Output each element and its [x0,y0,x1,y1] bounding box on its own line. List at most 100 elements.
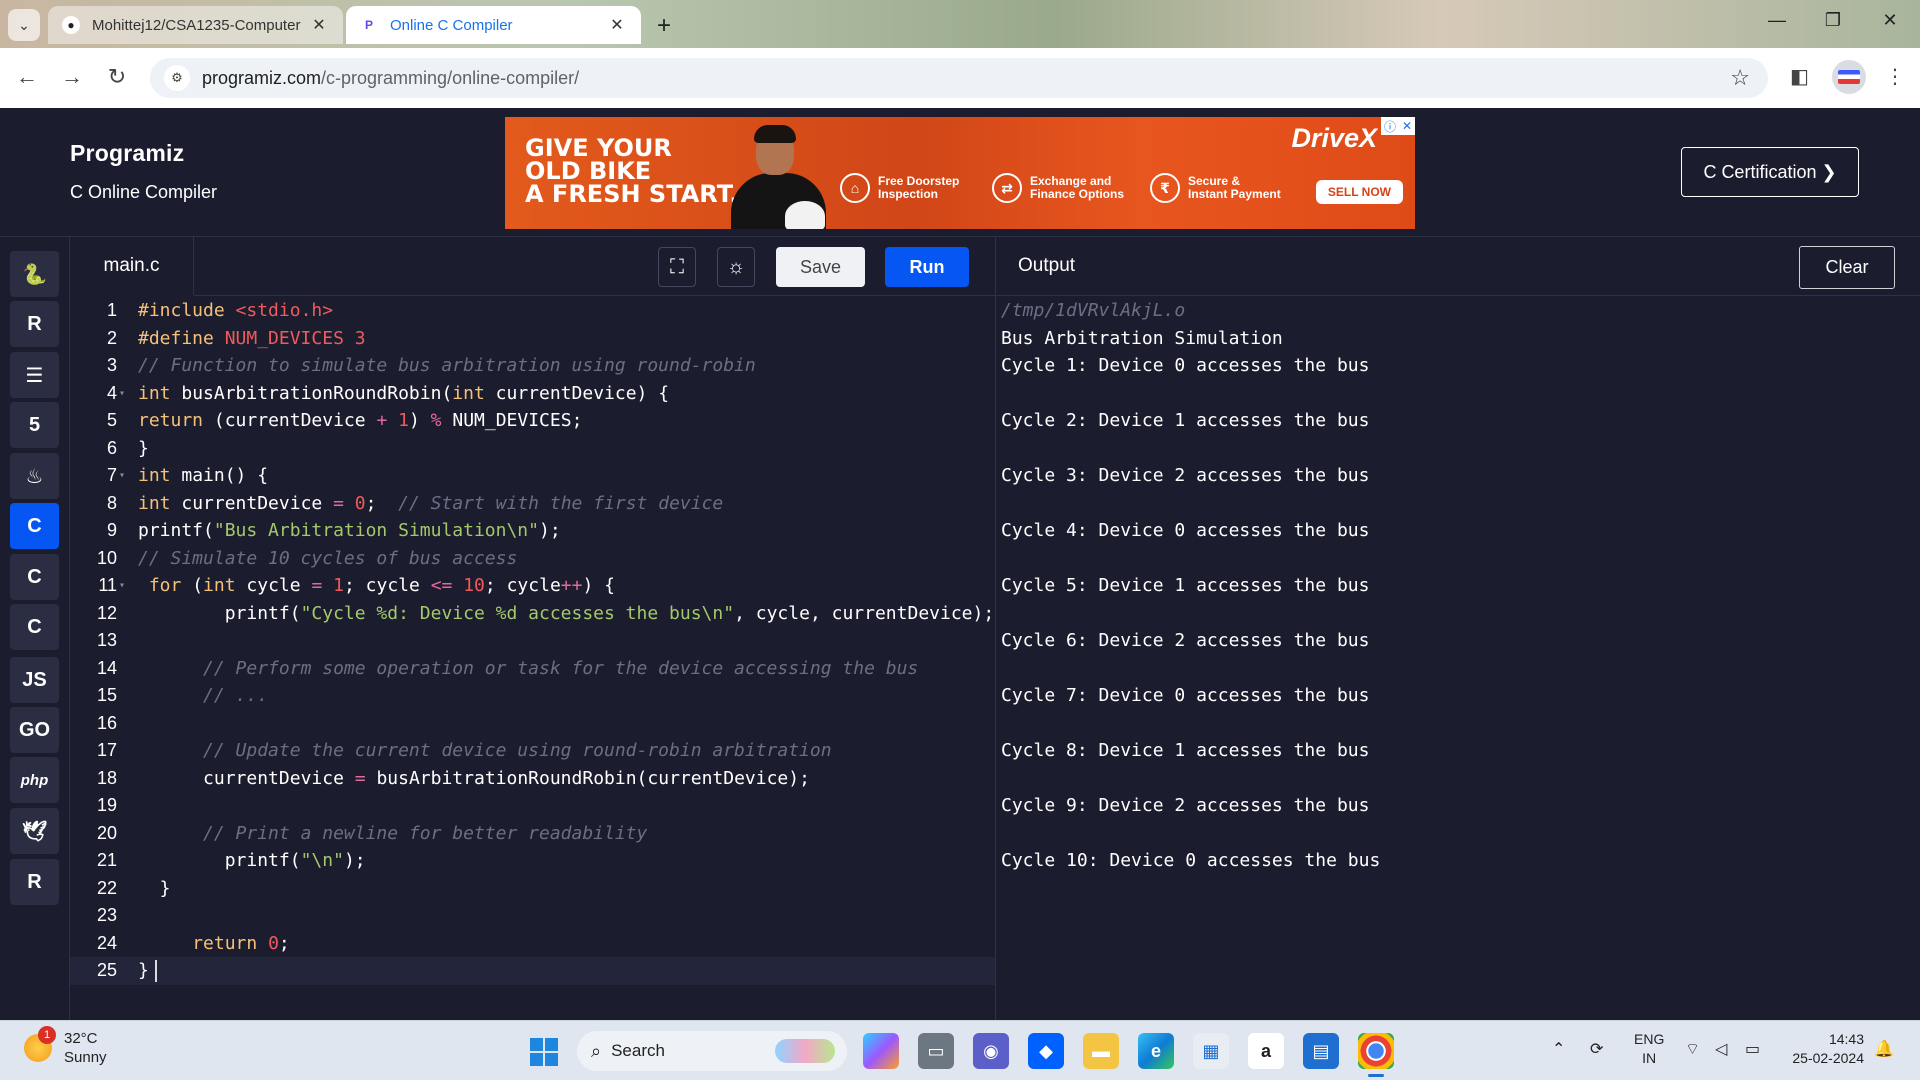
close-tab-icon[interactable]: ✕ [309,15,329,35]
fold-arrow-icon[interactable]: ▾ [119,462,125,490]
fold-arrow-icon[interactable]: ▾ [119,380,125,408]
csharp-icon[interactable]: C [10,604,59,650]
python-icon[interactable]: 🐍 [10,251,59,297]
code-line[interactable]: 11 ▾ for (int cycle = 1; cycle <= 10; cyc… [70,572,995,600]
code-line[interactable]: 7 ▾ int main() { [70,462,995,490]
reload-icon[interactable]: ↻ [102,64,132,90]
profile-avatar[interactable] [1832,60,1866,94]
code-line[interactable]: 15 // ... [70,682,995,710]
html-icon[interactable]: 5 [10,402,59,448]
code-line[interactable]: 14 // Perform some operation or task for… [70,655,995,683]
amazon-icon[interactable]: a [1248,1033,1284,1069]
code-line[interactable]: 25} [70,957,995,985]
code-line[interactable]: 19 [70,792,995,820]
address-bar[interactable]: ⚙ programiz.com/c-programming/online-com… [150,58,1768,98]
code-line[interactable]: 24 return 0; [70,930,995,958]
minimize-icon[interactable]: — [1762,10,1792,31]
theme-toggle-icon[interactable]: ☼ [717,247,755,287]
notification-badge: 1 [38,1026,56,1044]
close-tab-icon[interactable]: ✕ [607,15,627,35]
copilot-icon[interactable] [863,1033,899,1069]
run-button[interactable]: Run [885,247,969,287]
forward-icon[interactable]: → [57,64,87,90]
go-icon[interactable]: GO [10,707,59,753]
php-icon[interactable]: php [10,757,59,803]
window-app-icon[interactable]: ▤ [1303,1033,1339,1069]
code-line[interactable]: 21 printf("\n"); [70,847,995,875]
chrome-icon[interactable] [1358,1033,1394,1077]
task-view-icon[interactable]: ▭ [918,1033,954,1069]
cpp-icon[interactable]: C [10,554,59,600]
file-explorer-icon[interactable]: ▬ [1083,1033,1119,1069]
close-window-icon[interactable]: ✕ [1875,10,1905,31]
fullscreen-icon[interactable]: ⛶ [658,247,696,287]
r-icon[interactable]: R [10,301,59,347]
code-line[interactable]: 12 printf("Cycle %d: Device %d accesses … [70,600,995,628]
ad-headline: GIVE YOUR OLD BIKE A FRESH START. [525,134,739,208]
rust-icon[interactable]: R [10,859,59,905]
code-text: // Perform some operation or task for th… [203,657,919,679]
battery-icon[interactable]: ▭ [1745,1039,1760,1059]
menu-kebab-icon[interactable]: ⋮ [1885,64,1905,89]
file-tab-main-c[interactable]: main.c [70,237,194,296]
code-line[interactable]: 6} [70,435,995,463]
language-indicator[interactable]: ENG IN [1634,1030,1664,1068]
ad-sell-now-button[interactable]: SELL NOW [1315,180,1403,204]
tab-github[interactable]: ● Mohittej12/CSA1235-Computer ✕ [48,6,343,44]
swift-icon[interactable]: 🕊 [10,808,59,854]
edge-icon[interactable]: e [1138,1033,1174,1069]
certification-button[interactable]: C Certification ❯ [1681,147,1859,197]
notification-bell-icon[interactable]: 🔔 [1874,1039,1894,1059]
code-line[interactable]: 22 } [70,875,995,903]
code-line[interactable]: 2 #define NUM_DEVICES 3 [70,325,995,353]
code-line[interactable]: 5 return (currentDevice + 1) % NUM_DEVICE… [70,407,995,435]
c-icon[interactable]: C [10,503,59,549]
programiz-logo[interactable]: Programiz [70,140,184,167]
new-tab-button[interactable]: + [652,12,676,40]
tab-online-c-compiler[interactable]: P Online C Compiler ✕ [346,6,641,44]
code-line[interactable]: 8 int currentDevice = 0; // Start with th… [70,490,995,518]
weather-widget[interactable]: 1 32°C Sunny [24,1026,107,1067]
code-area[interactable]: 1 #include <stdio.h> 2 #define NUM_DEVICES … [70,297,995,1020]
output-console: /tmp/1dVRvlAkjL.o Bus Arbitration Simulat… [1001,297,1911,875]
sql-icon[interactable]: ☰ [10,352,59,398]
volume-icon[interactable]: ◁ [1715,1039,1727,1059]
system-clock[interactable]: 14:43 25-02-2024 [1784,1030,1864,1068]
code-line[interactable]: 1 #include <stdio.h> [70,297,995,325]
back-icon[interactable]: ← [12,64,42,90]
save-button[interactable]: Save [776,247,865,287]
bookmark-star-icon[interactable]: ☆ [1730,65,1750,91]
code-line[interactable]: 17 // Update the current device using ro… [70,737,995,765]
code-line[interactable]: 3 // Function to simulate bus arbitration… [70,352,995,380]
tab-search-button[interactable]: ⌄ [8,9,40,41]
taskbar-search[interactable]: ⌕ Search [577,1031,847,1071]
fold-arrow-icon[interactable]: ▾ [119,572,125,600]
code-line[interactable]: 23 [70,902,995,930]
code-line[interactable]: 4 ▾ int busArbitrationRoundRobin(int curre… [70,380,995,408]
maximize-icon[interactable]: ❐ [1818,10,1848,31]
dropbox-icon[interactable]: ◆ [1028,1033,1064,1069]
ad-close-icon[interactable]: ⓘ ✕ [1381,117,1415,135]
code-line[interactable]: 16 [70,710,995,738]
code-line[interactable]: 13 [70,627,995,655]
code-line[interactable]: 18 currentDevice = busArbitrationRoundRo… [70,765,995,793]
windows-start-icon[interactable] [530,1038,558,1066]
clear-button[interactable]: Clear [1799,246,1895,289]
js-icon[interactable]: JS [10,657,59,703]
code-line[interactable]: 20 // Print a newline for better readabi… [70,820,995,848]
output-line: Cycle 9: Device 2 accesses the bus [1001,795,1370,816]
tray-overflow-icon[interactable]: ⌃ [1552,1039,1565,1059]
microsoft-store-icon[interactable]: ▦ [1193,1033,1229,1069]
sync-icon[interactable]: ⟳ [1590,1039,1603,1059]
side-panel-icon[interactable]: ◧ [1790,64,1809,89]
code-line[interactable]: 10 // Simulate 10 cycles of bus access [70,545,995,573]
advertisement-banner[interactable]: GIVE YOUR OLD BIKE A FRESH START. DriveX… [505,117,1415,229]
line-number: 21 [96,850,117,870]
site-info-icon[interactable]: ⚙ [164,65,190,91]
code-line[interactable]: 9 printf("Bus Arbitration Simulation\n"); [70,517,995,545]
wifi-icon[interactable]: ⌔ [1685,1039,1700,1059]
teams-icon[interactable]: ◉ [973,1033,1009,1069]
url-path: /c-programming/online-compiler/ [321,67,580,88]
java-icon[interactable]: ♨ [10,453,59,499]
